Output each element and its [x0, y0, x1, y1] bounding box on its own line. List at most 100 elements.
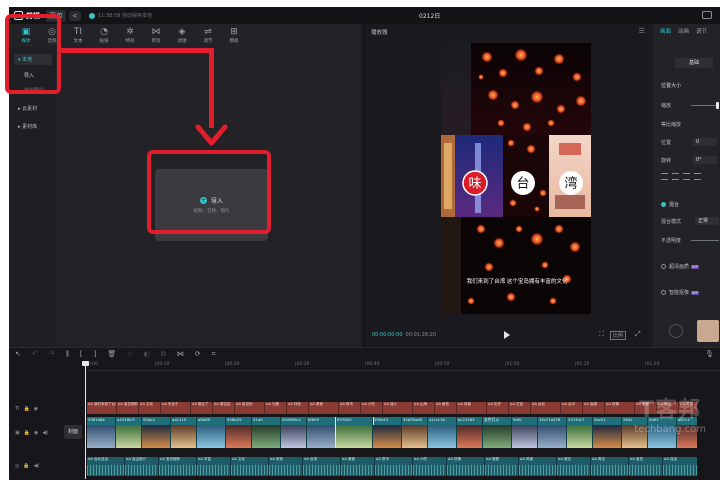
- redo-icon[interactable]: ↷: [49, 350, 55, 358]
- lock-icon[interactable]: 🔒: [24, 406, 30, 412]
- video-clip[interactable]: 01a0: [252, 417, 281, 448]
- audio-track[interactable]: AA 台北自由 AA 自由旅行 AA 宝岛拥有 AA 丰富 AA 文化 AA 来到 AA 台…: [87, 457, 697, 476]
- tab-adjust[interactable]: 调节: [696, 27, 707, 35]
- text-clip[interactable]: AA 宝岛拥有丰富: [117, 402, 139, 414]
- text-clip[interactable]: AA 特色: [287, 402, 309, 414]
- video-clip[interactable]: 32b35ad5: [402, 417, 428, 448]
- audio-clip[interactable]: AA 台北自由: [87, 457, 125, 476]
- play-icon[interactable]: [504, 331, 510, 339]
- tab-canvas[interactable]: 画面: [660, 27, 671, 35]
- text-clip[interactable]: AA 高雄: [583, 402, 605, 414]
- text-clip[interactable]: AA 美食: [309, 402, 339, 414]
- fullscreen-icon[interactable]: ⤢: [635, 330, 641, 339]
- audio-clip[interactable]: AA 自由: [663, 457, 697, 476]
- text-track[interactable]: AA 我们来到了台湾AA 宝岛拥有丰富AA 文化AA 来自于AA 融合了AA 原…: [87, 402, 697, 414]
- video-clip[interactable]: 92be2: [142, 417, 171, 448]
- text-clip[interactable]: AA 景色: [435, 402, 457, 414]
- tool-filter[interactable]: ◈ 滤镜: [169, 24, 195, 47]
- blend-checkbox[interactable]: [661, 202, 666, 207]
- undo-icon[interactable]: ↶: [32, 350, 38, 358]
- audio-clip[interactable]: AA 文化: [231, 457, 269, 476]
- mirror-icon[interactable]: ⧉: [161, 350, 166, 359]
- trim-left-icon[interactable]: [: [80, 350, 83, 358]
- tab-animation[interactable]: 动画: [678, 27, 689, 35]
- audio-clip[interactable]: AA 来到: [269, 457, 303, 476]
- audio-clip[interactable]: AA 旅程: [485, 457, 519, 476]
- video-clip[interactable]: 5af0: [512, 417, 538, 448]
- text-clip[interactable]: AA 夜市: [339, 402, 361, 414]
- video-clip[interactable]: 15c71a578: [538, 417, 567, 448]
- opacity-slider[interactable]: [691, 240, 719, 241]
- portrait-thumbnail[interactable]: [697, 320, 719, 342]
- text-clip[interactable]: AA 台中: [561, 402, 583, 414]
- sidebar-item-library[interactable]: ▸ 素材库: [14, 121, 52, 132]
- speaker-icon[interactable]: ◀): [34, 463, 40, 469]
- window-icon[interactable]: [702, 11, 712, 19]
- text-clip[interactable]: AA 文化: [139, 402, 161, 414]
- flip-icon[interactable]: ⋈: [177, 350, 184, 358]
- text-clip[interactable]: AA 来自于: [161, 402, 191, 414]
- blend-mode-select[interactable]: 正常: [695, 217, 719, 225]
- video-clip[interactable]: 金色灯火: [483, 417, 512, 448]
- split-icon[interactable]: ⫼: [66, 350, 69, 359]
- align-right-icon[interactable]: [683, 173, 690, 180]
- lock-icon[interactable]: 🔒: [23, 463, 29, 469]
- super-res-checkbox[interactable]: [661, 264, 666, 269]
- video-clip[interactable]: bc23283: [457, 417, 483, 448]
- video-clip[interactable]: a1ccc18: [428, 417, 457, 448]
- text-clip[interactable]: AA 融合了: [191, 402, 213, 414]
- video-clip[interactable]: 050899c1: [281, 417, 307, 448]
- ratio-button[interactable]: 比例: [610, 331, 627, 340]
- text-clip[interactable]: AA 热情: [605, 402, 635, 414]
- audio-clip[interactable]: AA 美食: [341, 457, 375, 476]
- rotate-field[interactable]: 0°: [693, 156, 717, 164]
- time-ruler[interactable]: 00:00 |00:10 |00:20 |00:30 |00:40 |00:50…: [85, 361, 720, 371]
- audio-clip[interactable]: AA 丰富: [197, 457, 231, 476]
- align-top-icon[interactable]: [694, 173, 701, 180]
- lock-icon[interactable]: 🔒: [24, 430, 30, 436]
- position-field[interactable]: 0: [693, 138, 717, 146]
- slider-knob[interactable]: [716, 102, 719, 109]
- audio-clip[interactable]: AA 难忘: [557, 457, 591, 476]
- video-clip[interactable]: 295e12: [373, 417, 402, 448]
- eye-icon[interactable]: ◉: [34, 430, 38, 436]
- text-clip[interactable]: AA 各自的: [235, 402, 265, 414]
- video-track[interactable]: 5381d8e a431f6c5 92be2 aa1115 a8a09 946b25 01a…: [87, 417, 697, 448]
- freeze-icon[interactable]: ◇: [127, 350, 132, 358]
- video-clip[interactable]: 4ach1: [593, 417, 622, 448]
- crop-icon[interactable]: ⌗: [212, 350, 216, 359]
- text-clip[interactable]: AA 小吃: [361, 402, 383, 414]
- video-clip[interactable]: bf609: [307, 417, 336, 448]
- eye-icon[interactable]: ◉: [34, 406, 38, 412]
- tool-text[interactable]: TI 文本: [65, 24, 91, 47]
- reverse-icon[interactable]: ◐: [144, 350, 150, 358]
- playhead[interactable]: [85, 361, 86, 479]
- video-preview[interactable]: 味 台 湾 我们来到了台湾 这个宝岛拥有丰富的文化: [441, 43, 591, 314]
- audio-clip[interactable]: AA 宝岛拥有: [159, 457, 197, 476]
- audio-clip[interactable]: AA 宝岛: [629, 457, 663, 476]
- video-clip[interactable]: a8a09: [197, 417, 226, 448]
- select-tool-icon[interactable]: ↖: [15, 350, 21, 358]
- text-clip[interactable]: AA 元素: [265, 402, 287, 414]
- video-clip[interactable]: 946b25: [226, 417, 252, 448]
- sidebar-item-cloud[interactable]: ▸ 云素材: [14, 103, 52, 114]
- cutout-checkbox[interactable]: [661, 290, 666, 295]
- video-clip[interactable]: 23744c7: [567, 417, 593, 448]
- video-clip[interactable]: 5381d8e: [87, 417, 116, 448]
- text-clip[interactable]: AA 我们来到了台湾: [87, 402, 117, 414]
- video-clip[interactable]: a431f6c5: [116, 417, 142, 448]
- rotate-icon[interactable]: ⟳: [195, 350, 201, 358]
- audio-clip[interactable]: AA 自由旅行: [125, 457, 159, 476]
- text-clip[interactable]: AA 台北: [531, 402, 561, 414]
- audio-clip[interactable]: AA 热情: [447, 457, 485, 476]
- playhead-handle[interactable]: [82, 361, 89, 366]
- audio-clip[interactable]: AA 小吃: [413, 457, 447, 476]
- tool-transition[interactable]: ⋈ 转场: [143, 24, 169, 47]
- scale-slider[interactable]: [691, 102, 719, 109]
- tool-sticker[interactable]: ◔ 贴纸: [91, 24, 117, 47]
- back-button[interactable]: <: [69, 10, 81, 21]
- audio-clip[interactable]: AA 再见: [591, 457, 629, 476]
- delete-icon[interactable]: 🗑: [107, 350, 116, 358]
- fit-screen-icon[interactable]: ⛶: [599, 330, 604, 339]
- speaker-icon[interactable]: ◀): [42, 430, 48, 436]
